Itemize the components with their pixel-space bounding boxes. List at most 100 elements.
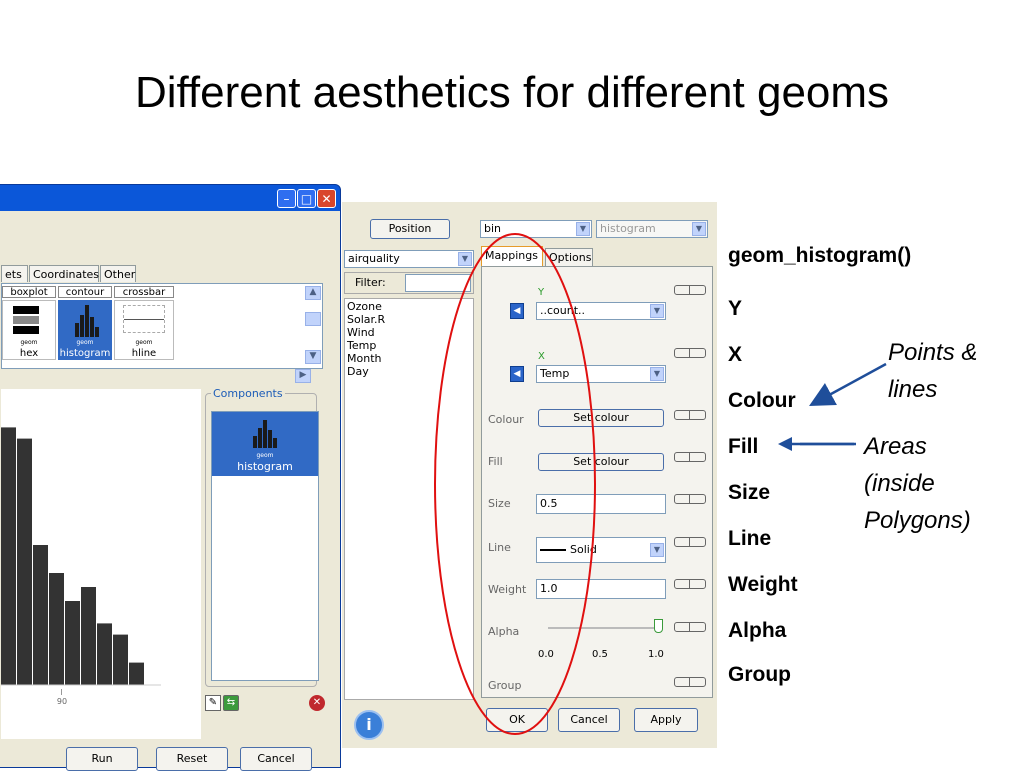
y-link-toggle[interactable] xyxy=(674,285,706,295)
variable-item[interactable]: Temp xyxy=(347,340,376,352)
dataset-combo-value: airquality xyxy=(348,252,400,265)
red-ellipse xyxy=(434,233,596,735)
edit-icon[interactable]: ✎ xyxy=(205,695,221,711)
aes-alpha: Alpha xyxy=(728,619,787,642)
geom-small-label: geom xyxy=(20,339,38,346)
variable-item[interactable]: Month xyxy=(347,353,381,365)
hline-icon xyxy=(124,319,164,320)
hex-swatch-top xyxy=(13,306,39,314)
fill-arrow-head xyxy=(778,437,792,451)
cancel-button[interactable]: Cancel xyxy=(240,747,312,771)
delete-icon[interactable]: ✕ xyxy=(309,695,325,711)
geom-histogram[interactable]: geom histogram xyxy=(58,300,112,360)
line-link-toggle[interactable] xyxy=(674,537,706,547)
alpha-link-toggle[interactable] xyxy=(674,622,706,632)
variable-item[interactable]: Ozone xyxy=(347,301,382,313)
geom-header-crossbar: crossbar xyxy=(114,286,174,298)
histogram-icon xyxy=(75,305,99,337)
geom-label: hline xyxy=(131,348,157,359)
window-body: ets Coordinates Other boxplot contour cr… xyxy=(0,211,340,771)
fill-link-toggle[interactable] xyxy=(674,452,706,462)
arrow-to-colour xyxy=(809,362,887,406)
aes-colour: Colour xyxy=(728,389,796,412)
slide-title: Different aesthetics for different geoms xyxy=(134,68,890,117)
hline-icon-frame xyxy=(123,305,165,333)
histogram-icon xyxy=(253,420,277,448)
aes-size: Size xyxy=(728,481,771,504)
histogram-plot xyxy=(1,427,161,686)
weight-link-toggle[interactable] xyxy=(674,579,706,589)
alpha-tick-1: 1.0 xyxy=(648,649,664,660)
tab-coordinates[interactable]: Coordinates xyxy=(29,265,99,282)
chevron-down-icon: ▼ xyxy=(650,543,664,557)
hex-swatch-mid xyxy=(13,316,39,324)
geom-small-label: geom xyxy=(135,339,153,346)
geom-label: hex xyxy=(19,348,39,359)
note-areas-line2: (inside xyxy=(864,470,935,497)
hex-swatch-bottom xyxy=(13,326,39,334)
note-points-line1: Points & xyxy=(888,339,978,366)
scroll-right-button[interactable]: ▶ xyxy=(295,369,311,383)
histogram-bar xyxy=(97,623,112,685)
component-histogram[interactable]: geom histogram xyxy=(212,412,318,476)
variable-item[interactable]: Wind xyxy=(347,327,375,339)
scroll-up-button[interactable]: ▲ xyxy=(305,286,321,300)
component-small-label: geom xyxy=(256,452,274,459)
colour-link-toggle[interactable] xyxy=(674,410,706,420)
filter-label: Filter: xyxy=(355,276,386,289)
tab-facets[interactable]: ets xyxy=(1,265,28,282)
geom-combo-value: histogram xyxy=(600,222,656,235)
components-list: geom histogram xyxy=(211,411,319,681)
info-icon[interactable]: i xyxy=(354,710,384,740)
alpha-slider-thumb[interactable] xyxy=(654,619,663,633)
size-link-toggle[interactable] xyxy=(674,494,706,504)
chevron-down-icon: ▼ xyxy=(650,367,664,381)
variable-item[interactable]: Day xyxy=(347,366,369,378)
tab-other[interactable]: Other xyxy=(100,265,136,282)
note-points-line2: lines xyxy=(888,376,938,403)
minimize-button[interactable]: – xyxy=(277,189,296,208)
run-button[interactable]: Run xyxy=(66,747,138,771)
aes-y: Y xyxy=(728,297,743,320)
histogram-bar xyxy=(17,438,32,685)
geom-small-label: geom xyxy=(76,339,94,346)
reset-button[interactable]: Reset xyxy=(156,747,228,771)
x-link-toggle[interactable] xyxy=(674,348,706,358)
variable-item[interactable]: Solar.R xyxy=(347,314,385,326)
components-label: Components xyxy=(211,387,285,400)
geom-palette: boxplot contour crossbar geom hex geom h… xyxy=(1,283,323,369)
histogram-bar xyxy=(113,634,128,685)
group-link-toggle[interactable] xyxy=(674,677,706,687)
x-axis-tick xyxy=(61,689,62,695)
histogram-bar xyxy=(129,662,144,685)
geom-hex[interactable]: geom hex xyxy=(2,300,56,360)
x-axis-tick-label: 90 xyxy=(56,697,68,706)
histogram-bar xyxy=(33,545,48,685)
aes-group: Group xyxy=(728,663,791,686)
note-areas-line3: Polygons) xyxy=(864,507,971,534)
function-name: geom_histogram() xyxy=(728,244,912,267)
maximize-button[interactable]: □ xyxy=(297,189,316,208)
component-label: histogram xyxy=(237,460,293,473)
chevron-down-icon: ▼ xyxy=(650,304,664,318)
apply-button[interactable]: Apply xyxy=(634,708,698,732)
scroll-thumb[interactable] xyxy=(305,312,321,326)
histogram-bar xyxy=(49,573,64,685)
histogram-bar xyxy=(1,427,16,685)
chevron-down-icon: ▼ xyxy=(692,222,706,236)
histogram-bar xyxy=(65,601,80,685)
geom-label: histogram xyxy=(59,348,111,359)
geom-header-contour: contour xyxy=(58,286,112,298)
annotation-ellipse xyxy=(434,233,596,735)
swap-icon[interactable]: ⇆ xyxy=(223,695,239,711)
close-window-button[interactable]: ✕ xyxy=(317,189,336,208)
geom-header-boxplot: boxplot xyxy=(2,286,56,298)
aes-line: Line xyxy=(728,527,772,550)
geom-hline[interactable]: geom hline xyxy=(114,300,174,360)
histogram-bar xyxy=(81,587,96,685)
scroll-down-button[interactable]: ▼ xyxy=(305,350,321,364)
fill-arrow xyxy=(778,437,854,451)
geom-combo: histogram ▼ xyxy=(596,220,708,238)
aes-fill: Fill xyxy=(728,435,759,458)
plot-preview: 90 xyxy=(1,389,201,739)
